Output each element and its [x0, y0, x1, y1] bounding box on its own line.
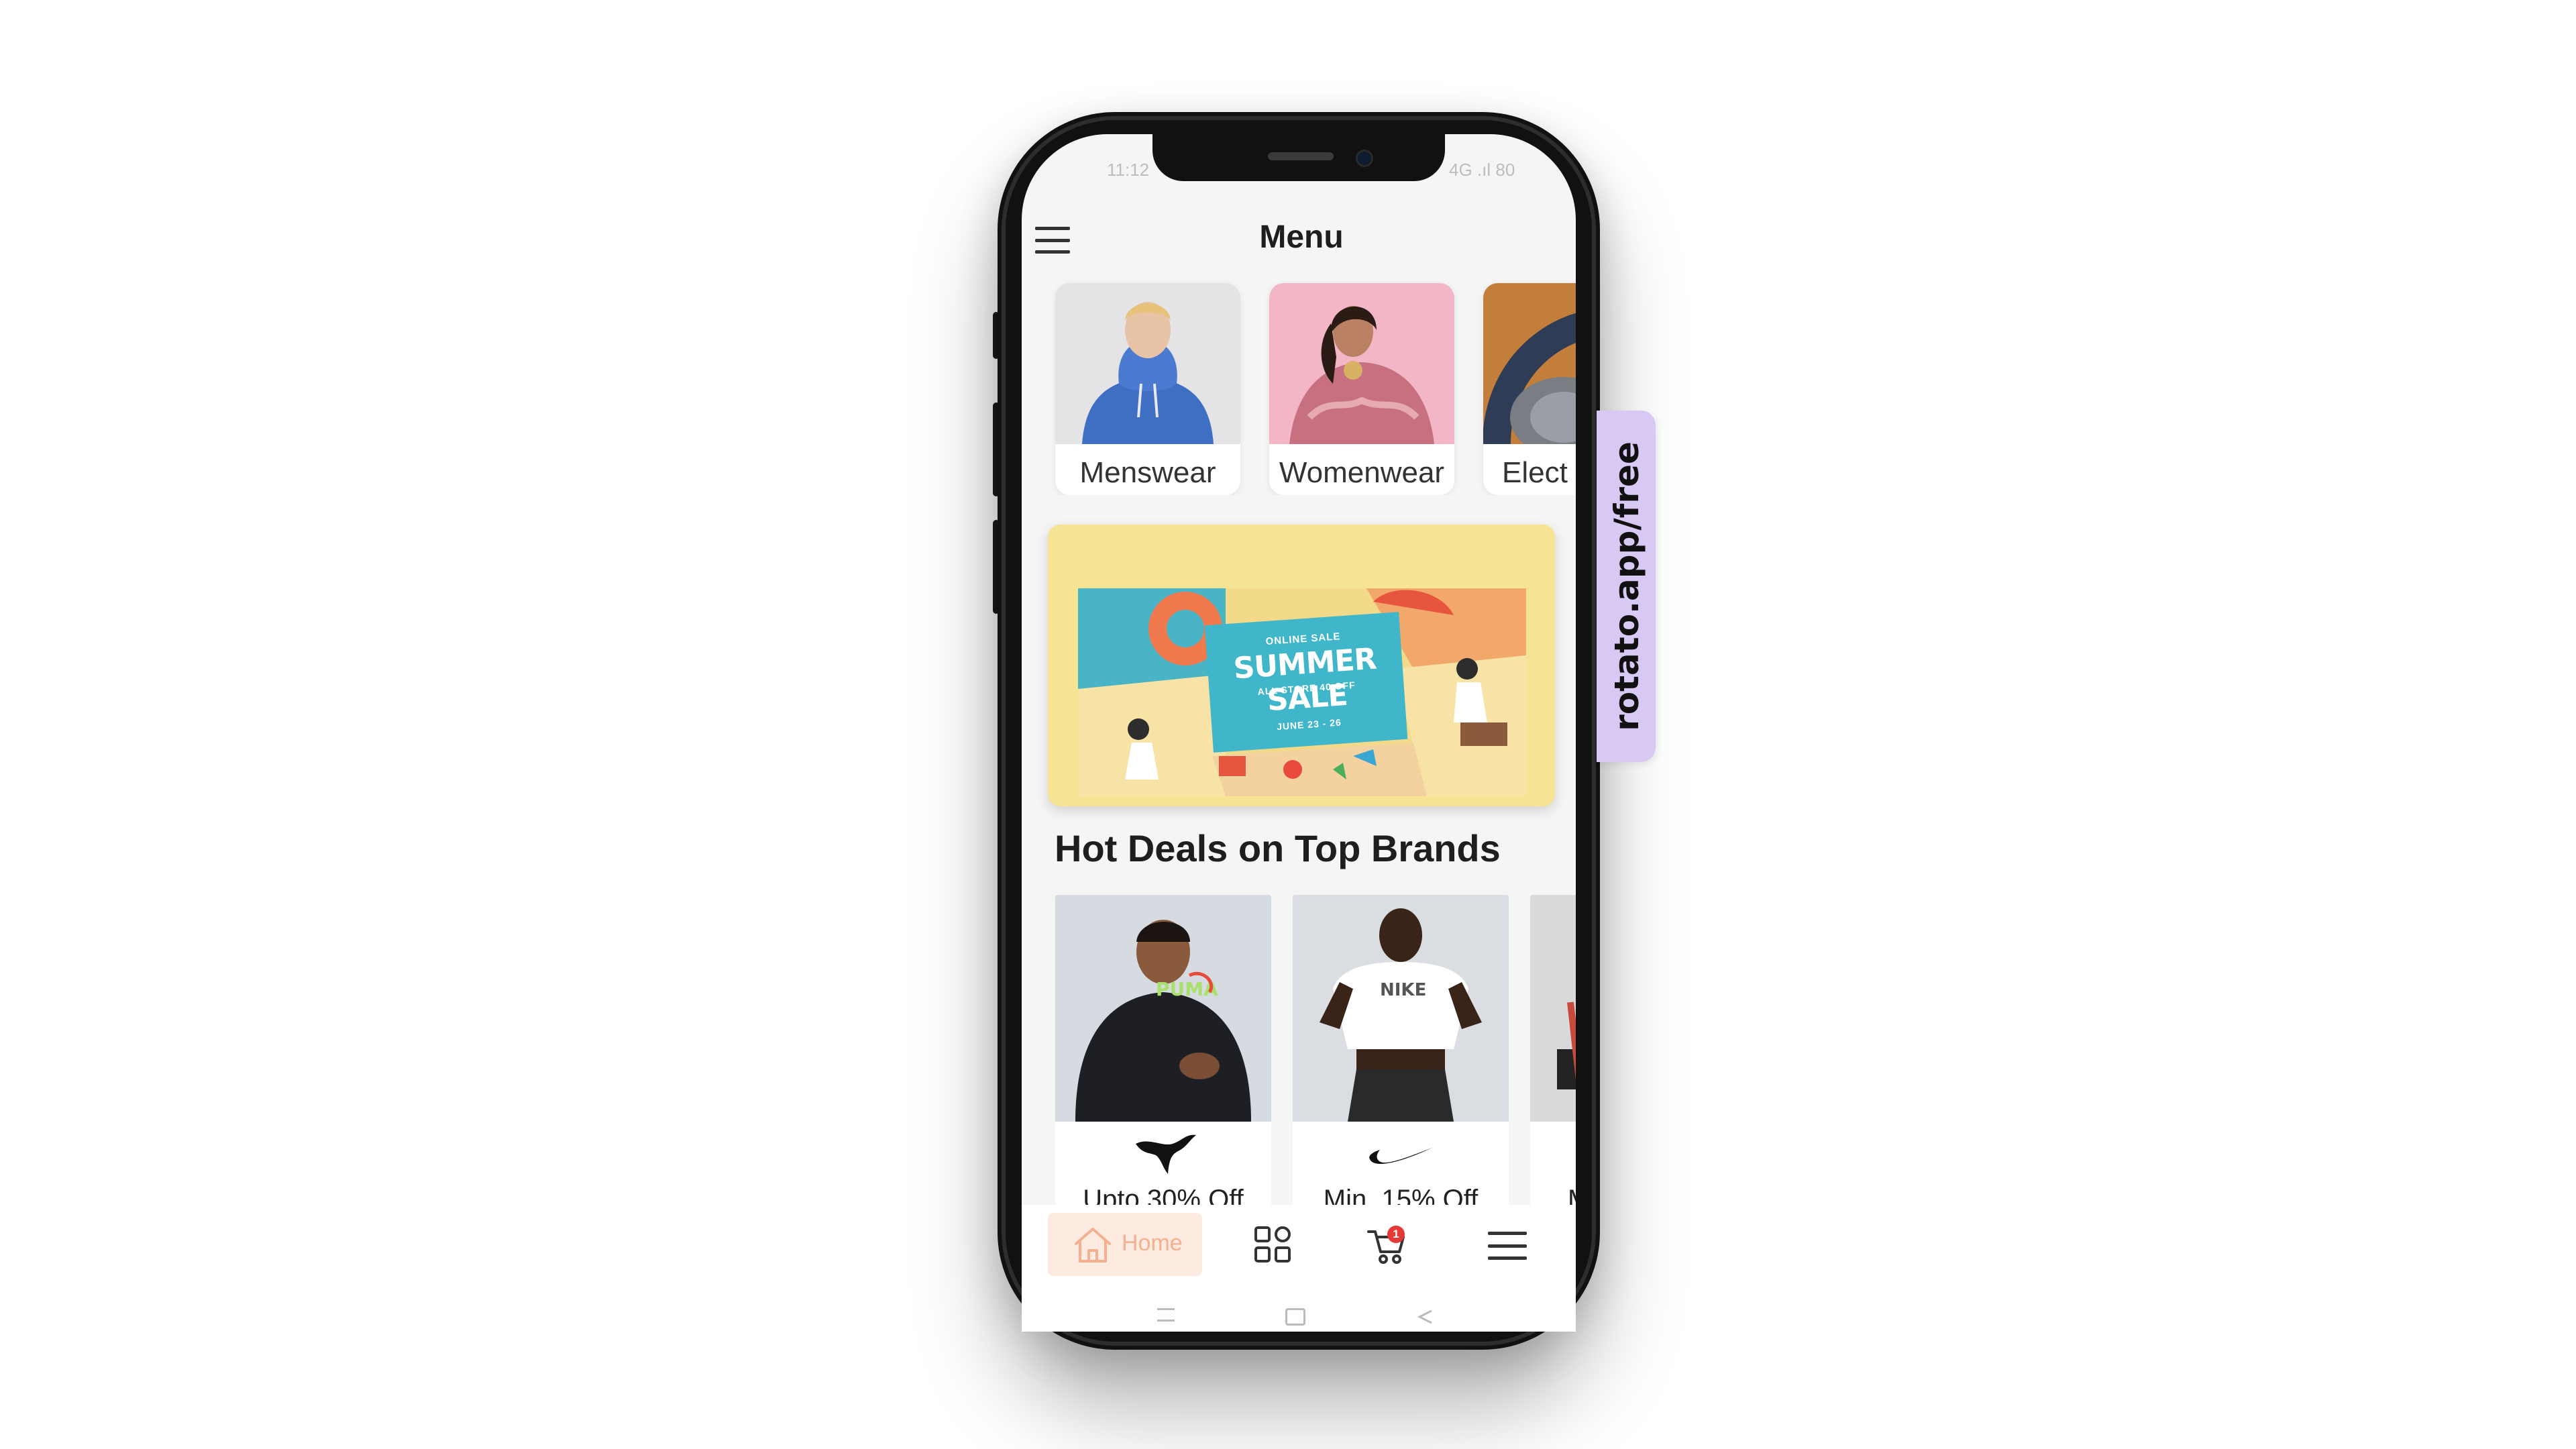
deal-card-partial[interactable]: M — [1530, 895, 1576, 1205]
stage: 11:12 4G .ıl 80 Menu Menswear Womenwear … — [0, 0, 2576, 1449]
front-camera — [1356, 150, 1373, 167]
category-card-womenwear[interactable]: Womenwear — [1269, 283, 1454, 495]
category-label: Menswear — [1079, 456, 1216, 489]
home-system-icon[interactable] — [1285, 1308, 1305, 1326]
watermark-text: rotato.app/free — [1607, 441, 1646, 731]
category-label: Womenwear — [1279, 456, 1445, 489]
back-icon[interactable] — [1415, 1308, 1434, 1326]
category-card-menswear[interactable]: Menswear — [1055, 283, 1240, 495]
page-title: Menu — [1259, 219, 1344, 255]
speaker — [1268, 152, 1334, 160]
recent-apps-icon[interactable] — [1157, 1308, 1175, 1322]
category-card-electronics[interactable]: Elect — [1483, 283, 1576, 495]
hamburger-menu-icon[interactable] — [1035, 227, 1070, 254]
puma-logo-icon — [1055, 1127, 1271, 1181]
nike-product-image: NIKE — [1293, 895, 1509, 1122]
deal-offer: M — [1568, 1185, 1576, 1205]
womenwear-image — [1269, 283, 1454, 444]
category-carousel[interactable]: Menswear Womenwear Elect — [1022, 280, 1576, 495]
deal-card-nike[interactable]: NIKE Min. 15% Off — [1293, 895, 1509, 1205]
sale-panel: ONLINE SALE SUMMER SALE ALL STORE 40 OFF… — [1204, 612, 1408, 753]
status-time: 11:12 — [1107, 160, 1150, 180]
puma-product-image: PUMA — [1055, 895, 1271, 1122]
summer-sale-artwork: ONLINE SALE SUMMER SALE ALL STORE 40 OFF… — [1078, 588, 1526, 796]
home-icon[interactable] — [1072, 1225, 1114, 1264]
menu-icon[interactable] — [1488, 1232, 1527, 1260]
status-indicators: 4G .ıl 80 — [1449, 160, 1515, 180]
partial-product-image — [1530, 895, 1576, 1122]
deal-offer: Min. 15% Off — [1323, 1185, 1479, 1205]
nike-logo-icon — [1293, 1127, 1509, 1181]
electronics-image — [1483, 283, 1576, 444]
grid-icon[interactable] — [1253, 1225, 1292, 1264]
deals-carousel[interactable]: PUMA Upto 30% Off NIKE Min. 15% Off — [1022, 891, 1576, 1205]
nav-home-label[interactable]: Home — [1122, 1230, 1183, 1256]
deal-offer: Upto 30% Off — [1083, 1185, 1244, 1205]
promo-banner[interactable]: ONLINE SALE SUMMER SALE ALL STORE 40 OFF… — [1048, 525, 1555, 806]
category-label: Elect — [1502, 456, 1568, 489]
cart-count-badge: 1 — [1387, 1226, 1405, 1243]
section-title-hot-deals: Hot Deals on Top Brands — [1055, 827, 1501, 869]
svg-text:NIKE: NIKE — [1380, 980, 1426, 1000]
menswear-image — [1055, 283, 1240, 444]
deal-card-puma[interactable]: PUMA Upto 30% Off — [1055, 895, 1271, 1205]
